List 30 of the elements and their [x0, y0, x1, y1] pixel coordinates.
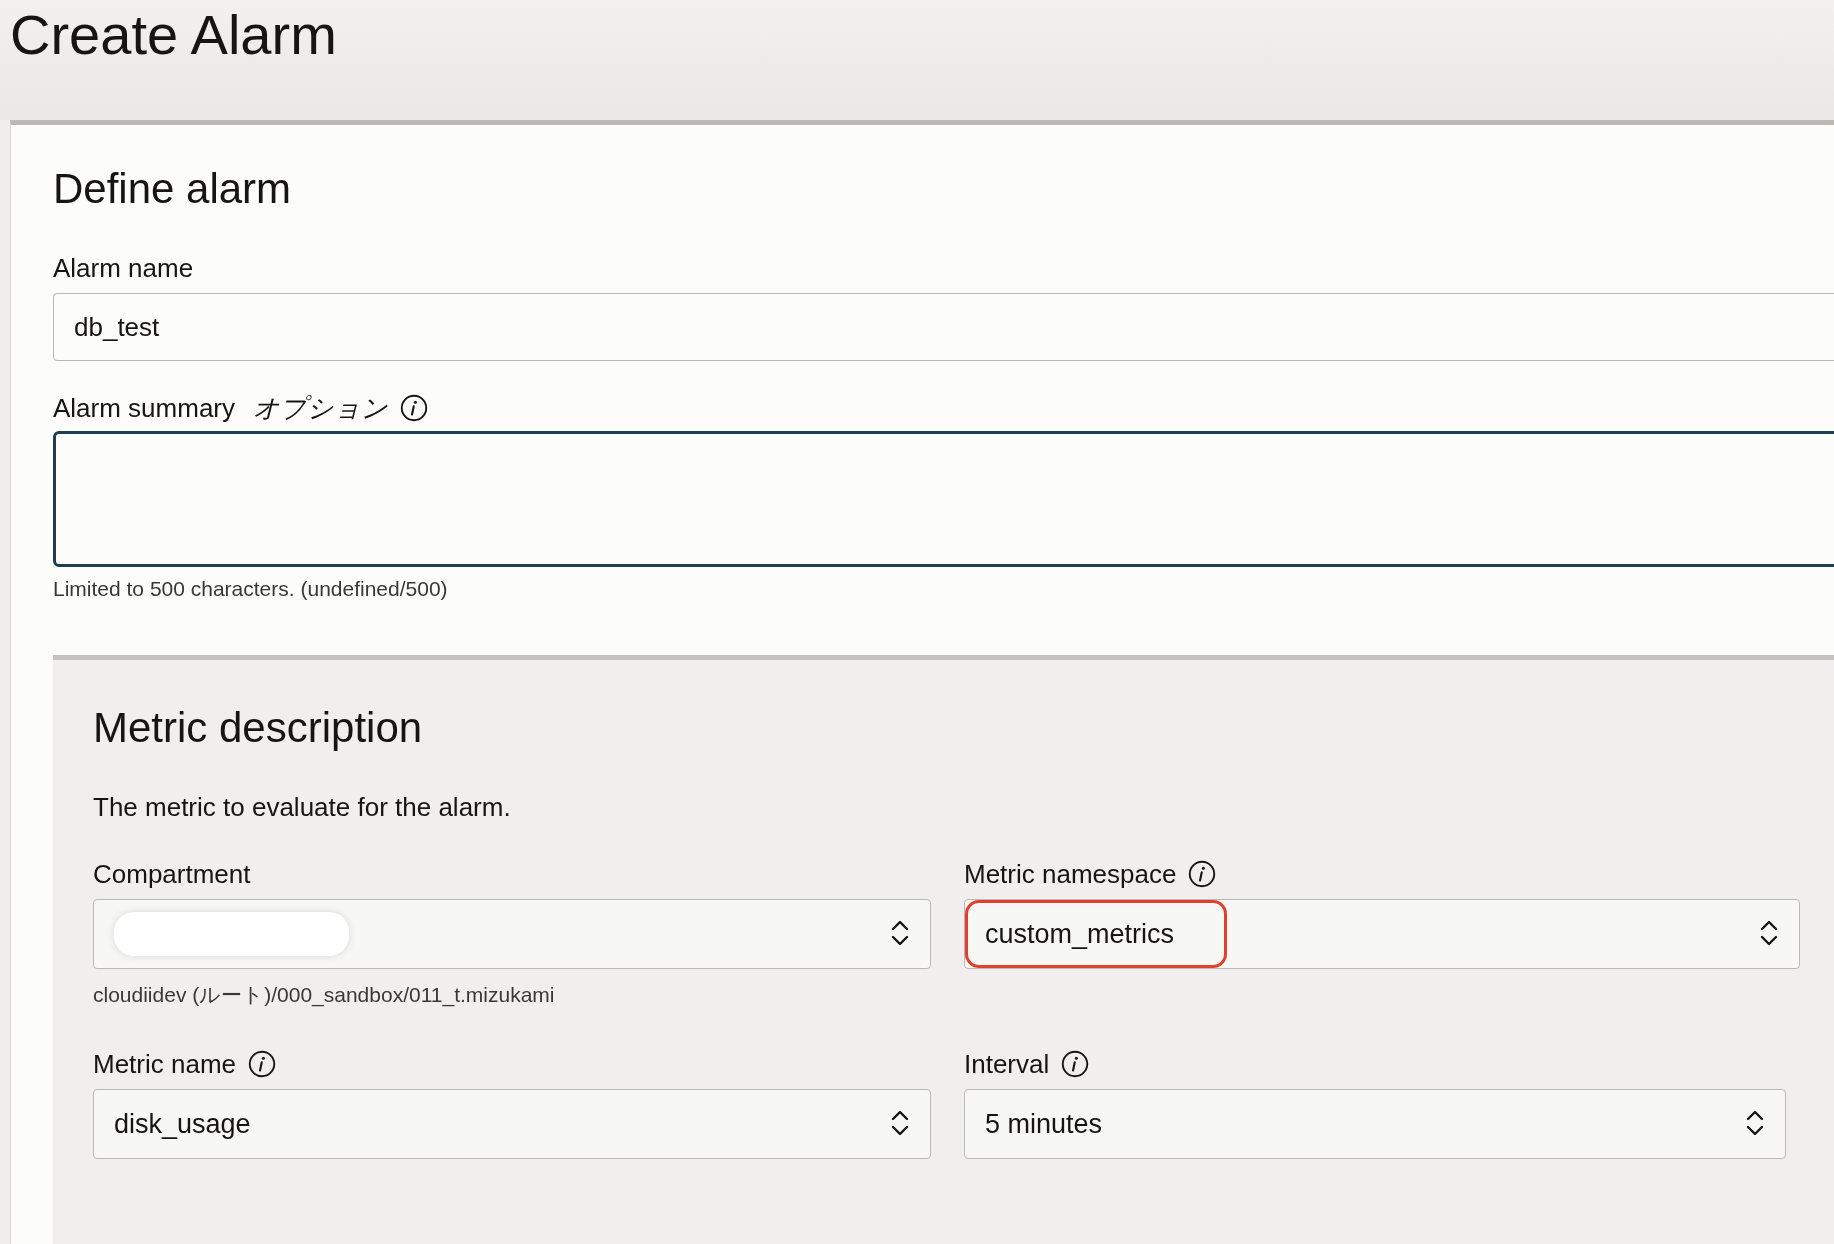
select-value: disk_usage: [114, 1108, 251, 1140]
helper-text: Limited to 500 characters. (undefined/500): [53, 577, 449, 601]
info-icon[interactable]: [400, 394, 428, 422]
chevron-up-down-icon: [1759, 918, 1779, 948]
select-value: 5 minutes: [985, 1108, 1103, 1140]
page-title: Create Alarm: [9, 2, 338, 66]
section-heading: Define alarm: [53, 165, 293, 213]
select-field[interactable]: 5 minutes: [964, 1089, 1786, 1159]
field-label: Metric namespace: [964, 858, 1177, 890]
info-icon[interactable]: [248, 1050, 277, 1078]
optional-label: オプション: [253, 391, 388, 425]
field-label: Metric name: [93, 1048, 237, 1080]
field-label: Alarm name: [53, 252, 194, 284]
select-field[interactable]: custom_metrics: [964, 899, 1800, 969]
compartment-path: cloudiidev (ルート)/000_sandbox/011_t.mizukami: [93, 982, 556, 1009]
field-label: Alarm summary: [53, 392, 235, 424]
select-value: custom_metrics: [985, 918, 1175, 950]
info-icon[interactable]: [1061, 1050, 1090, 1078]
section-heading: Metric description: [93, 704, 424, 752]
alarm-name-field[interactable]: db_test: [53, 293, 1834, 361]
select-field[interactable]: [93, 899, 931, 969]
section-description: The metric to evaluate for the alarm.: [93, 792, 512, 823]
chevron-up-down-icon: [890, 918, 910, 948]
select-field[interactable]: disk_usage: [93, 1089, 931, 1159]
chevron-up-down-icon: [1745, 1108, 1765, 1138]
field-label: Compartment: [93, 858, 251, 890]
alarm-summary-field[interactable]: [53, 431, 1834, 567]
info-icon[interactable]: [1188, 860, 1217, 888]
field-label: Interval: [964, 1048, 1050, 1080]
chevron-up-down-icon: [890, 1108, 910, 1138]
